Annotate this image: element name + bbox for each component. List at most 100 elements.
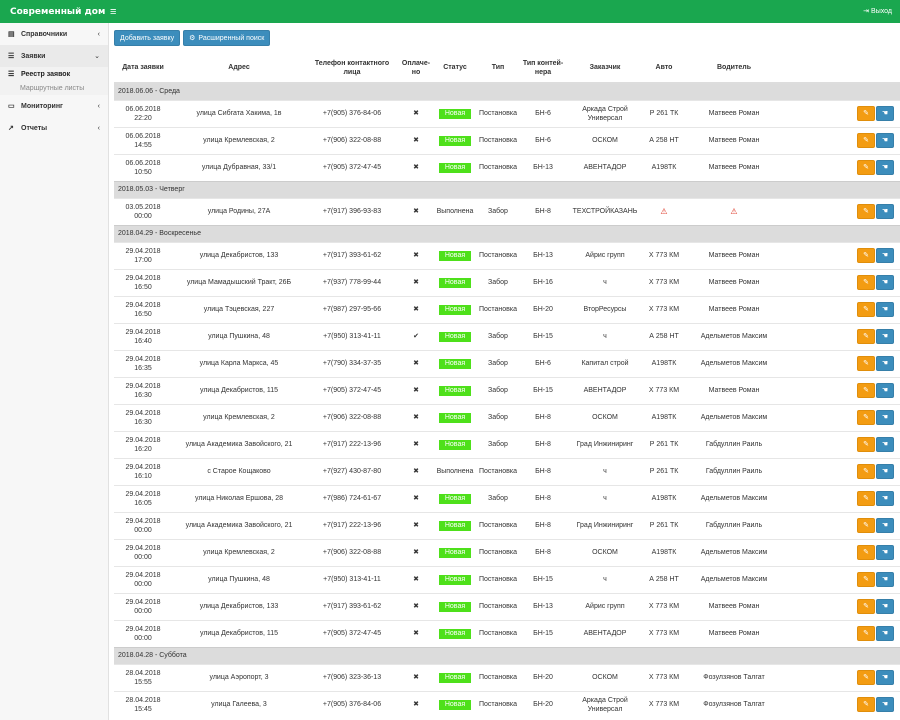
- actions-cell: ✎ ☚: [784, 430, 900, 458]
- request-time: 00:00: [134, 526, 152, 534]
- table-row[interactable]: 29.04.2018 16:50 улица Тэцевская, 227 +7(98…: [114, 295, 900, 323]
- table-row[interactable]: 29.04.2018 16:50 улица Мамадышский Тракт, …: [114, 268, 900, 296]
- add-request-button[interactable]: Добавить заявку: [114, 30, 181, 46]
- edit-button[interactable]: ✎: [857, 383, 875, 398]
- cross-icon: ✖: [413, 252, 419, 259]
- open-button[interactable]: ☚: [876, 356, 894, 371]
- table-row[interactable]: 29.04.2018 16:30 улица Кремлевская, 2 +7(90…: [114, 403, 900, 431]
- request-date: 06.06.2018: [125, 105, 161, 113]
- open-button[interactable]: ☚: [876, 437, 894, 452]
- advanced-search-button[interactable]: ⚙ Расширенный поиск: [183, 30, 271, 46]
- table-row[interactable]: 29.04.2018 00:00 улица Декабристов, 133 +7(…: [114, 592, 900, 620]
- table-row[interactable]: 06.06.2018 10:50 улица Дубравная, 33/1 +7(9…: [114, 153, 900, 181]
- logout-button[interactable]: ⇥ Выход: [863, 7, 892, 15]
- edit-button[interactable]: ✎: [857, 491, 875, 506]
- table-row[interactable]: 29.04.2018 16:35 улица Карла Маркса, 45 +7(…: [114, 349, 900, 377]
- edit-button[interactable]: ✎: [857, 275, 875, 290]
- open-button[interactable]: ☚: [876, 160, 894, 175]
- table-row[interactable]: 29.04.2018 16:05 улица Николая Ершова, 28 +…: [114, 484, 900, 512]
- actions-cell: ✎ ☚: [784, 619, 900, 647]
- open-button[interactable]: ☚: [876, 545, 894, 560]
- address-cell: улица Кремлевская, 2: [172, 126, 306, 154]
- sidebar-item-monitoring[interactable]: ▭ Мониторинг ‹: [0, 95, 108, 117]
- table-row[interactable]: 06.06.2018 22:20 улица Сибгата Хакима, 1в +…: [114, 99, 900, 127]
- open-button[interactable]: ☚: [876, 599, 894, 614]
- address-cell: улица Декабристов, 133: [172, 592, 306, 620]
- hand-icon: ☚: [881, 603, 889, 610]
- table-row[interactable]: 28.04.2018 15:45 улица Галеева, 3 +7(905) 3…: [114, 690, 900, 718]
- sidebar-item-reports[interactable]: ↗ Отчеты ‹: [0, 117, 108, 139]
- customer-cell: Град Инжиниринг: [566, 430, 644, 458]
- edit-button[interactable]: ✎: [857, 670, 875, 685]
- open-button[interactable]: ☚: [876, 670, 894, 685]
- open-button[interactable]: ☚: [876, 383, 894, 398]
- open-button[interactable]: ☚: [876, 302, 894, 317]
- sidebar-item-requests[interactable]: ☰ Заявки ⌄: [0, 45, 108, 67]
- table-row[interactable]: 29.04.2018 00:00 улица Академика Завойског…: [114, 511, 900, 539]
- edit-button[interactable]: ✎: [857, 133, 875, 148]
- table-row[interactable]: 29.04.2018 16:40 улица Пушкина, 48 +7(950) …: [114, 322, 900, 350]
- open-button[interactable]: ☚: [876, 626, 894, 641]
- edit-button[interactable]: ✎: [857, 302, 875, 317]
- table-row[interactable]: 29.04.2018 16:30 улица Декабристов, 115 +7(…: [114, 376, 900, 404]
- edit-button[interactable]: ✎: [857, 204, 875, 219]
- row-actions: ✎ ☚: [857, 491, 894, 506]
- request-time: 16:35: [134, 364, 152, 372]
- sidebar-submenu: ☰ Реестр заявок Маршрутные листы: [0, 67, 108, 95]
- edit-button[interactable]: ✎: [857, 410, 875, 425]
- table-row[interactable]: 03.05.2018 00:00 улица Родины, 27А +7(917) …: [114, 197, 900, 225]
- table-row[interactable]: 29.04.2018 17:00 улица Декабристов, 133 +7(…: [114, 241, 900, 269]
- open-button[interactable]: ☚: [876, 133, 894, 148]
- paid-cell: ✖: [398, 99, 434, 127]
- open-button[interactable]: ☚: [876, 410, 894, 425]
- address-cell: улица Декабристов, 115: [172, 619, 306, 647]
- edit-button[interactable]: ✎: [857, 572, 875, 587]
- open-button[interactable]: ☚: [876, 464, 894, 479]
- open-button[interactable]: ☚: [876, 518, 894, 533]
- sidebar-item-route-sheets[interactable]: Маршрутные листы: [0, 81, 108, 95]
- phone-cell: +7(905) 372-47-45: [306, 376, 398, 404]
- request-date-cell: 28.04.2018 15:45: [114, 690, 172, 718]
- hand-icon: ☚: [881, 279, 889, 286]
- edit-button[interactable]: ✎: [857, 626, 875, 641]
- edit-button[interactable]: ✎: [857, 464, 875, 479]
- open-button[interactable]: ☚: [876, 248, 894, 263]
- menu-toggle-icon[interactable]: ≡: [110, 6, 116, 18]
- edit-button[interactable]: ✎: [857, 518, 875, 533]
- open-button[interactable]: ☚: [876, 275, 894, 290]
- edit-button[interactable]: ✎: [857, 106, 875, 121]
- phone-cell: +7(917) 222-13-96: [306, 430, 398, 458]
- address-cell: улица Дубравная, 33/1: [172, 153, 306, 181]
- table-row[interactable]: 28.04.2018 15:55 улица Аэропорт, 3 +7(906) …: [114, 663, 900, 691]
- request-time: 16:10: [134, 472, 152, 480]
- actions-cell: ✎ ☚: [784, 538, 900, 566]
- driver-name: Адельметов Максим: [700, 333, 768, 340]
- sidebar-item-request-registry[interactable]: ☰ Реестр заявок: [0, 67, 108, 81]
- cross-icon: ✖: [413, 603, 419, 610]
- open-button[interactable]: ☚: [876, 106, 894, 121]
- open-button[interactable]: ☚: [876, 329, 894, 344]
- edit-button[interactable]: ✎: [857, 160, 875, 175]
- edit-button[interactable]: ✎: [857, 437, 875, 452]
- container-type-cell: БН-15: [520, 322, 566, 350]
- status-badge: Новая: [438, 358, 472, 369]
- edit-button[interactable]: ✎: [857, 356, 875, 371]
- app-title[interactable]: Современный дом: [0, 7, 110, 17]
- edit-button[interactable]: ✎: [857, 329, 875, 344]
- table-row[interactable]: 29.04.2018 00:00 улица Декабристов, 115 +7(…: [114, 619, 900, 647]
- open-button[interactable]: ☚: [876, 697, 894, 713]
- open-button[interactable]: ☚: [876, 491, 894, 506]
- table-row[interactable]: 06.06.2018 14:55 улица Кремлевская, 2 +7(90…: [114, 126, 900, 154]
- table-row[interactable]: 29.04.2018 00:00 улица Кремлевская, 2 +7(90…: [114, 538, 900, 566]
- open-button[interactable]: ☚: [876, 572, 894, 587]
- sidebar-item-directories[interactable]: ▤ Справочники ‹: [0, 23, 108, 45]
- edit-button[interactable]: ✎: [857, 697, 875, 713]
- table-row[interactable]: 29.04.2018 16:10 с Старое Кощаково +7(927) …: [114, 457, 900, 485]
- edit-button[interactable]: ✎: [857, 599, 875, 614]
- driver-name: Габдуллин Раиль: [705, 441, 763, 448]
- open-button[interactable]: ☚: [876, 204, 894, 219]
- table-row[interactable]: 29.04.2018 16:20 улица Академика Завойског…: [114, 430, 900, 458]
- table-row[interactable]: 29.04.2018 00:00 улица Пушкина, 48 +7(950) …: [114, 565, 900, 593]
- edit-button[interactable]: ✎: [857, 248, 875, 263]
- edit-button[interactable]: ✎: [857, 545, 875, 560]
